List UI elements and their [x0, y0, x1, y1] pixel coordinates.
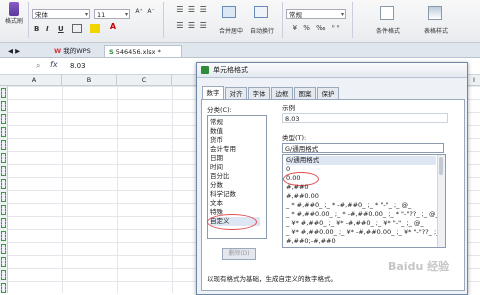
app-icon	[201, 66, 209, 74]
table-style-icon	[428, 6, 442, 20]
zoom-icon[interactable]: ⌕	[36, 61, 46, 71]
tab-number[interactable]: 数字	[202, 86, 224, 100]
column-header-c[interactable]: C	[117, 75, 172, 85]
watermark: Baidu 经验	[388, 260, 450, 273]
font-size-select[interactable]: 11	[94, 9, 130, 20]
type-item[interactable]: _ * #,##0.00_ ;_ * -#,##0.00_ ;_ * "-"??…	[286, 210, 439, 219]
decrease-font-icon[interactable]: A⁻	[146, 8, 156, 15]
row-header	[0, 86, 8, 293]
category-item[interactable]: 科学记数	[210, 190, 260, 199]
bold-button[interactable]: B	[34, 25, 39, 33]
tab-protection[interactable]: 保护	[317, 87, 339, 99]
hint-text: 以现有格式为基础，生成自定义的数字格式。	[207, 275, 337, 283]
category-item[interactable]: 数值	[210, 127, 260, 136]
selected-cell[interactable]	[1, 166, 6, 176]
align-horizontal-icons[interactable]: ☰ ☰ ☰	[170, 21, 214, 30]
type-list-scrollbar[interactable]	[437, 155, 445, 247]
category-label: 分类(C):	[207, 106, 232, 114]
font-name-select[interactable]: 宋体	[32, 9, 90, 20]
format-painter-label: 格式刷	[4, 18, 23, 25]
my-wps-label: 我的WPS	[63, 47, 91, 55]
align-top-icons[interactable]: ☰ ☰ ☰	[170, 5, 214, 14]
document-tab-bar: ◀ ▶ W 我的WPS S 546456.xlsx *	[0, 43, 480, 58]
increase-font-icon[interactable]: A⁺	[134, 8, 144, 15]
formula-input[interactable]: 8.03	[70, 61, 195, 71]
wps-icon: W	[54, 47, 62, 55]
category-item[interactable]: 会计专用	[210, 145, 260, 154]
type-item[interactable]: G/通用格式	[286, 156, 436, 165]
selected-cell[interactable]	[1, 205, 6, 215]
italic-button[interactable]: I	[46, 25, 49, 33]
merge-center-icon	[222, 6, 236, 18]
selected-cell[interactable]	[1, 231, 6, 241]
dialog-title: 单元格格式	[213, 66, 248, 74]
type-item[interactable]: _ * #,##0_ ;_ * -#,##0_ ;_ * "-"_ ;_ @_	[286, 201, 436, 210]
ribbon-toolbar: 格式刷 宋体 11 A⁺ A⁻ B I U A ☰ ☰ ☰ ☰ ☰ ☰ 合并居中…	[0, 0, 480, 43]
table-style-button[interactable]: 表格样式	[418, 26, 454, 35]
delete-button[interactable]: 删除(D)	[222, 248, 256, 260]
fx-icon[interactable]: fx	[50, 60, 58, 69]
annotation-circle	[207, 214, 257, 230]
conditional-format-icon	[380, 6, 394, 20]
tab-font[interactable]: 字体	[248, 87, 270, 99]
document-tab[interactable]: S 546456.xlsx *	[104, 45, 182, 57]
category-item[interactable]: 日期	[210, 154, 260, 163]
format-painter-button[interactable]: 格式刷	[3, 2, 25, 25]
number-format-select[interactable]: 常规	[286, 9, 346, 20]
selected-cell[interactable]	[1, 140, 6, 150]
category-item[interactable]: 时间	[210, 163, 260, 172]
selected-cell[interactable]	[1, 88, 6, 98]
sample-label: 示例	[282, 104, 295, 112]
category-item[interactable]: 文本	[210, 199, 260, 208]
home-tab-icon[interactable]: ◀ ▶	[4, 45, 46, 57]
column-header-b[interactable]: B	[62, 75, 117, 85]
type-item[interactable]: #,##0	[286, 183, 436, 192]
conditional-format-button[interactable]: 条件格式	[370, 26, 406, 35]
my-wps-tab[interactable]: W 我的WPS	[50, 45, 100, 57]
tab-alignment[interactable]: 对齐	[225, 87, 247, 99]
tab-pattern[interactable]: 图案	[294, 87, 316, 99]
selected-cell[interactable]	[1, 244, 6, 254]
font-color-icon[interactable]: A	[108, 22, 118, 31]
category-list[interactable]: 常规 数值 货币 会计专用 日期 时间 百分比 分数 科学记数 文本 特殊 自定…	[207, 115, 267, 239]
type-item[interactable]: #,##0.00	[286, 192, 436, 201]
sample-preview: 8.03	[282, 113, 448, 123]
selected-cell[interactable]	[1, 153, 6, 163]
selected-cell[interactable]	[1, 179, 6, 189]
selected-cell[interactable]	[1, 283, 6, 293]
spreadsheet-icon: S	[109, 48, 114, 56]
tab-border[interactable]: 边框	[271, 87, 293, 99]
dialog-title-bar[interactable]: 单元格格式	[197, 63, 467, 78]
selected-cell[interactable]	[1, 257, 6, 267]
category-item[interactable]: 分数	[210, 181, 260, 190]
selected-cell[interactable]	[1, 127, 6, 137]
selected-cell[interactable]	[1, 101, 6, 111]
type-label: 类型(T):	[282, 134, 307, 142]
fill-color-icon[interactable]	[90, 24, 100, 33]
selected-cell[interactable]	[1, 218, 6, 228]
wrap-text-icon	[254, 6, 268, 18]
category-item[interactable]: 常规	[210, 118, 260, 127]
column-header-a[interactable]: A	[7, 75, 62, 85]
border-icon[interactable]	[72, 24, 82, 33]
type-item[interactable]: _ ¥* #,##0_ ;_ ¥* -#,##0_ ;_ ¥* "-"_ ;_ …	[286, 219, 436, 228]
type-list[interactable]: G/通用格式 0 0.00 #,##0 #,##0.00 _ * #,##0_ …	[282, 154, 446, 248]
selected-cell[interactable]	[1, 114, 6, 124]
underline-button[interactable]: U	[58, 25, 64, 33]
document-tab-label: 546456.xlsx *	[115, 48, 161, 56]
brush-icon	[9, 2, 19, 16]
wrap-text-button[interactable]: 自动换行	[246, 26, 278, 35]
selected-cell[interactable]	[1, 192, 6, 202]
scrollbar-thumb[interactable]	[439, 157, 443, 175]
type-item[interactable]: _ ¥* #,##0.00_ ;_ ¥* -#,##0.00_ ;_ ¥* "-…	[286, 228, 445, 237]
category-item[interactable]: 货币	[210, 136, 260, 145]
selected-cell[interactable]	[1, 270, 6, 280]
type-input[interactable]: G/通用格式	[282, 143, 444, 153]
type-item[interactable]: #,##0;-#,##0	[286, 237, 436, 246]
category-item[interactable]: 百分比	[210, 172, 260, 181]
number-style-icons[interactable]: ¥ % ‰ ⁰⁰	[288, 24, 346, 32]
merge-center-button[interactable]: 合并居中	[216, 26, 246, 35]
